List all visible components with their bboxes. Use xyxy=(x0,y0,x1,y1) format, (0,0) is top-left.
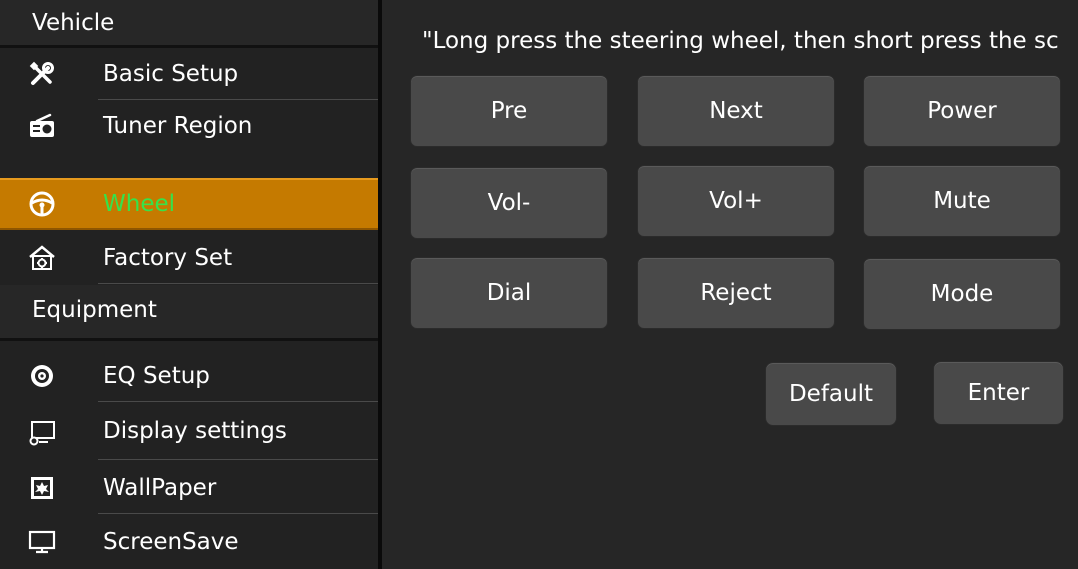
sidebar-item-display-settings[interactable]: Display settings xyxy=(0,403,378,460)
sidebar-item-wallpaper[interactable]: WallPaper xyxy=(0,462,378,514)
key-mode-button[interactable]: Mode xyxy=(863,258,1061,330)
sidebar-item-eq-setup[interactable]: EQ Setup xyxy=(0,350,378,402)
key-mute-button[interactable]: Mute xyxy=(863,165,1061,237)
divider xyxy=(98,401,378,402)
default-button[interactable]: Default xyxy=(765,362,897,426)
sidebar-item-label: ScreenSave xyxy=(103,529,239,555)
radio-icon xyxy=(28,112,56,140)
sidebar-item-label: Tuner Region xyxy=(103,113,253,139)
sidebar-item-basic-setup[interactable]: Basic Setup xyxy=(0,48,378,100)
key-vol-up-button[interactable]: Vol+ xyxy=(637,165,835,237)
section-header-label: Vehicle xyxy=(32,10,115,36)
section-header-vehicle: Vehicle xyxy=(0,0,378,48)
sidebar-item-label: Wheel xyxy=(103,191,176,217)
divider xyxy=(98,513,378,514)
speaker-icon xyxy=(28,362,56,390)
steering-wheel-icon xyxy=(28,190,56,218)
enter-button[interactable]: Enter xyxy=(933,361,1064,425)
sidebar: Vehicle Basic Setup Tuner Region Wheel F… xyxy=(0,0,378,569)
sidebar-item-factory-set[interactable]: Factory Set xyxy=(0,232,378,284)
key-next-button[interactable]: Next xyxy=(637,75,835,147)
section-header-label: Equipment xyxy=(32,297,157,323)
key-pre-button[interactable]: Pre xyxy=(410,75,608,147)
key-dial-button[interactable]: Dial xyxy=(410,257,608,329)
divider xyxy=(98,283,378,284)
sidebar-item-tuner-region[interactable]: Tuner Region xyxy=(0,100,378,152)
sidebar-item-label: Display settings xyxy=(103,418,287,444)
key-reject-button[interactable]: Reject xyxy=(637,257,835,329)
sidebar-item-screensave[interactable]: ScreenSave xyxy=(0,516,378,568)
wallpaper-icon xyxy=(28,474,56,502)
sidebar-item-label: Factory Set xyxy=(103,245,233,271)
factory-gear-icon xyxy=(28,244,56,272)
wheel-settings-panel: "Long press the steering wheel, then sho… xyxy=(382,0,1078,569)
monitor-icon xyxy=(28,528,56,556)
key-power-button[interactable]: Power xyxy=(863,75,1061,147)
divider xyxy=(98,459,378,460)
sidebar-item-label: EQ Setup xyxy=(103,363,210,389)
sidebar-item-label: WallPaper xyxy=(103,475,217,501)
sidebar-item-wheel[interactable]: Wheel xyxy=(0,178,378,230)
tools-icon xyxy=(28,60,56,88)
sidebar-item-label: Basic Setup xyxy=(103,61,239,87)
key-vol-down-button[interactable]: Vol- xyxy=(410,167,608,239)
monitor-gear-icon xyxy=(28,419,56,447)
section-header-equipment: Equipment xyxy=(0,285,378,341)
instruction-text: "Long press the steering wheel, then sho… xyxy=(422,28,1059,54)
